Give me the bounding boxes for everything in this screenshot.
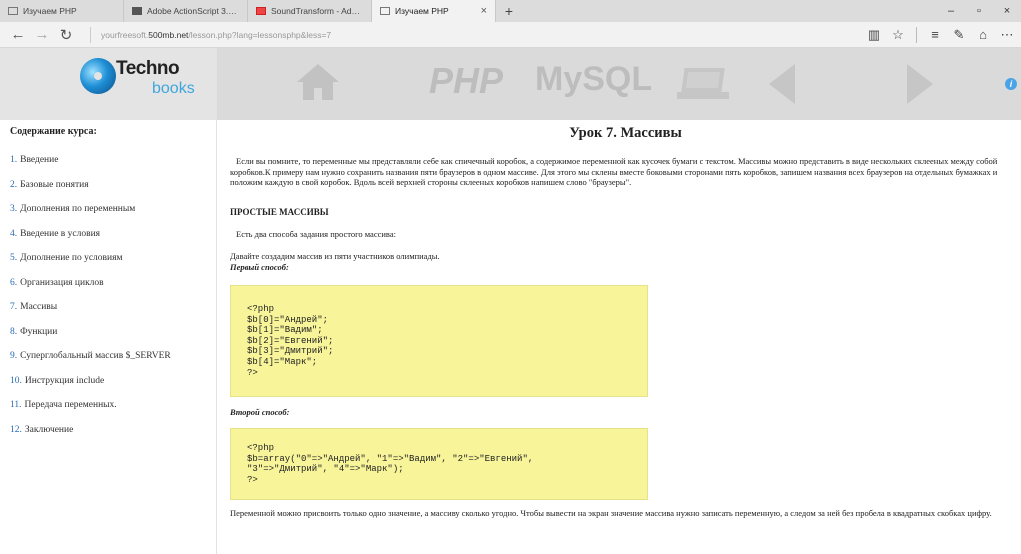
item-number: 8.: [10, 326, 18, 337]
sidebar-item-11[interactable]: 11. Передача переменных.: [10, 398, 216, 423]
page-title: Урок 7. Массивы: [569, 125, 682, 141]
share-icon[interactable]: ⌂: [971, 27, 995, 42]
tab-label: Изучаем PHP: [395, 6, 449, 16]
close-tab-icon[interactable]: ×: [471, 5, 487, 17]
intro-paragraph: Если вы помните, то переменные мы предст…: [230, 156, 998, 188]
tab-label: Adobe ActionScript 3.0 * Уп: [147, 6, 239, 16]
sidebar-item-5[interactable]: 5. Дополнение по условиям: [10, 251, 216, 276]
create-paragraph: Давайте создадим массив из пяти участник…: [230, 251, 440, 262]
sidebar-item-12[interactable]: 12. Заключение: [10, 423, 216, 448]
info-icon[interactable]: i: [1005, 78, 1017, 90]
sidebar-item-label: Дополнение по условиям: [20, 253, 123, 263]
menu-mysql[interactable]: MySQL: [535, 60, 652, 99]
item-number: 6.: [10, 277, 18, 288]
tab-label: SoundTransform - Adobe A: [271, 6, 363, 16]
url-path: /lesson.php?lang=lessonsphp&less=7: [188, 29, 332, 40]
sidebar-item-label: Заключение: [24, 424, 74, 435]
favorite-star-icon[interactable]: ☆: [886, 27, 910, 43]
sidebar-item-label: Дополнения по переменным: [20, 204, 136, 214]
hub-icon[interactable]: ≡: [923, 27, 947, 42]
actionscript-icon: [132, 7, 142, 15]
tab-actionscript[interactable]: Adobe ActionScript 3.0 * Уп: [124, 0, 248, 22]
sidebar-item-3[interactable]: 3. Дополнения по переменным: [10, 202, 216, 227]
url-field[interactable]: yourfreesoft.500mb.net/lesson.php?lang=l…: [90, 26, 332, 43]
tab-soundtransform[interactable]: SoundTransform - Adobe A: [248, 0, 372, 22]
tab-izuchaem-php[interactable]: Изучаем PHP: [0, 0, 124, 22]
adobe-icon: [256, 7, 266, 15]
sidebar-item-8[interactable]: 8. Функции: [10, 325, 216, 350]
sidebar-item-label: Суперглобальный массив $_SERVER: [20, 351, 171, 361]
course-sidebar: Содержание курса: 1. Введение 2. Базовые п…: [0, 120, 217, 554]
second-way-label: Второй способ:: [230, 406, 290, 417]
site-header: Techno books PHP MySQL i: [0, 48, 1021, 120]
course-contents-list: 1. Введение 2. Базовые понятия 3. Дополнени…: [10, 153, 216, 447]
item-number: 4.: [10, 228, 18, 239]
item-number: 2.: [10, 179, 18, 190]
sidebar-item-label: Инструкция include: [24, 375, 105, 386]
first-way-label: Первый способ:: [230, 261, 289, 272]
reading-view-icon[interactable]: ▥: [862, 27, 886, 43]
more-icon[interactable]: ⋯: [995, 27, 1019, 43]
brand-name: Techno: [116, 58, 180, 79]
sidebar-item-4[interactable]: 4. Введение в условия: [10, 227, 216, 252]
lesson-content: Урок 7. Массивы Если вы помните, то пере…: [218, 120, 1021, 554]
url-host: 500mb.net: [148, 29, 189, 40]
outro-paragraph: Переменной можно присвоить только одно з…: [230, 507, 992, 518]
close-window-icon[interactable]: ×: [993, 5, 1021, 17]
page-icon: [8, 7, 18, 15]
sidebar-item-10[interactable]: 10. Инструкция include: [10, 374, 216, 399]
sidebar-item-label: Введение: [20, 155, 59, 165]
url-prefix: yourfreesoft.: [101, 29, 149, 40]
sidebar-item-label: Организация циклов: [20, 277, 104, 288]
disc-logo-icon: [74, 52, 122, 100]
item-number: 12.: [10, 424, 22, 435]
code-block-first: <?php $b[0]="Андрей"; $b[1]="Вадим"; $b[…: [230, 284, 648, 397]
sidebar-item-label: Введение в условия: [20, 228, 101, 239]
code-block-second: <?php $b=array("0"=>"Андрей", "1"=>"Вади…: [230, 427, 648, 500]
next-lesson-icon[interactable]: [907, 64, 933, 104]
item-number: 9.: [10, 351, 18, 361]
sidebar-item-label: Базовые понятия: [20, 179, 89, 190]
brand-subname: books: [152, 80, 195, 97]
laptop-icon[interactable]: [677, 68, 729, 100]
home-icon[interactable]: [297, 64, 339, 100]
sidebar-title: Содержание курса:: [10, 126, 97, 137]
browser-tab-strip: Изучаем PHP Adobe ActionScript 3.0 * Уп …: [0, 0, 1021, 22]
address-bar: ← → ↻ yourfreesoft.500mb.net/lesson.php?…: [0, 22, 1021, 48]
web-note-icon[interactable]: ✎: [947, 27, 971, 43]
technobooks-logo[interactable]: Techno books: [0, 48, 217, 120]
back-icon[interactable]: ←: [6, 26, 30, 43]
sidebar-item-1[interactable]: 1. Введение: [10, 153, 216, 178]
forward-icon[interactable]: →: [30, 26, 54, 43]
maximize-icon[interactable]: ▫: [965, 5, 993, 17]
sidebar-item-label: Массивы: [20, 302, 58, 312]
sidebar-item-label: Функции: [20, 326, 58, 337]
item-number: 11.: [10, 400, 22, 410]
sidebar-item-2[interactable]: 2. Базовые понятия: [10, 178, 216, 203]
item-number: 5.: [10, 253, 18, 263]
tab-izuchaem-php-active[interactable]: Изучаем PHP ×: [372, 0, 496, 22]
item-number: 1.: [10, 155, 18, 165]
tab-label: Изучаем PHP: [23, 6, 77, 16]
ways-paragraph: Есть два способа задания простого массив…: [236, 228, 396, 239]
sidebar-item-6[interactable]: 6. Организация циклов: [10, 276, 216, 301]
browser-toolbar: ▥ ☆ ≡ ✎ ⌂ ⋯: [862, 26, 1021, 43]
new-tab-button[interactable]: +: [496, 0, 522, 22]
item-number: 3.: [10, 204, 18, 214]
menu-php[interactable]: PHP: [429, 60, 503, 102]
refresh-icon[interactable]: ↻: [54, 26, 78, 44]
previous-lesson-icon[interactable]: [769, 64, 795, 104]
item-number: 7.: [10, 302, 18, 312]
section-title: ПРОСТЫЕ МАССИВЫ: [230, 206, 329, 217]
item-number: 10.: [10, 375, 22, 386]
sidebar-item-7[interactable]: 7. Массивы: [10, 300, 216, 325]
site-menu: PHP MySQL i: [217, 48, 1021, 120]
sidebar-item-label: Передача переменных.: [24, 400, 117, 410]
window-controls: – ▫ ×: [937, 0, 1021, 22]
minimize-icon[interactable]: –: [937, 5, 965, 17]
sidebar-item-9[interactable]: 9. Суперглобальный массив $_SERVER: [10, 349, 216, 374]
page-icon: [380, 7, 390, 15]
toolbar-divider: [916, 26, 917, 43]
